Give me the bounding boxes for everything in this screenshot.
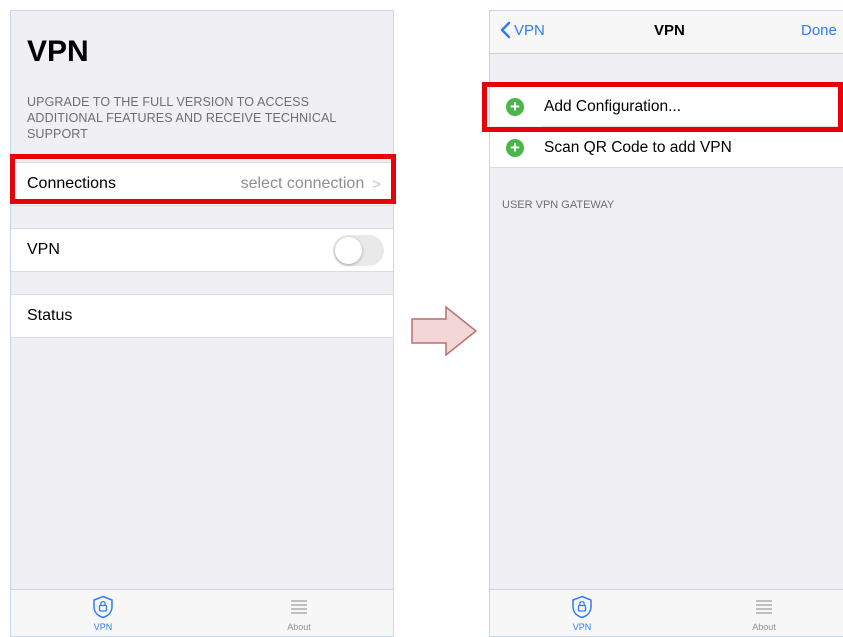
list-icon [291,600,307,614]
tab-vpn[interactable]: VPN [73,595,133,632]
add-configuration-label: Add Configuration... [544,97,682,115]
add-configuration-row[interactable]: + Add Configuration... [490,86,843,126]
tab-about[interactable]: About [734,595,794,632]
list-icon [756,600,772,614]
tab-about-label: About [752,622,776,632]
vpn-config-screen: VPN VPN Done + Add Configuration... + Sc… [489,10,843,637]
connections-value: select connection [240,175,365,192]
chevron-left-icon [500,21,511,39]
back-button-label: VPN [514,21,545,39]
vpn-toggle-switch[interactable] [333,234,384,266]
scan-qr-row[interactable]: + Scan QR Code to add VPN [490,126,843,168]
upgrade-notice[interactable]: UPGRADE TO THE FULL VERSION TO ACCESS AD… [27,94,367,142]
nav-bar: VPN VPN Done [490,11,843,54]
status-label: Status [27,307,73,324]
tab-bar: VPN About [11,589,393,636]
arrow-right-icon [411,305,478,357]
page-title: VPN [27,35,89,68]
done-button[interactable]: Done [801,22,837,39]
tab-about[interactable]: About [269,595,329,632]
connections-row[interactable]: Connections select connection > [11,162,393,206]
scan-qr-label: Scan QR Code to add VPN [544,138,732,156]
chevron-right-icon: > [372,175,381,193]
vpn-toggle-row: VPN [11,228,393,272]
shield-lock-icon [572,595,592,619]
plus-circle-icon: + [506,97,524,116]
plus-circle-icon: + [506,138,524,157]
connections-label: Connections [27,175,116,192]
vpn-main-screen: VPN UPGRADE TO THE FULL VERSION TO ACCES… [10,10,394,637]
back-button[interactable]: VPN [499,21,545,39]
nav-title: VPN [654,22,685,39]
vpn-label: VPN [27,241,60,258]
toggle-knob [335,236,362,264]
section-header: USER VPN GATEWAY [502,199,615,211]
tab-vpn-label: VPN [572,622,592,632]
connections-detail: select connection > [241,175,381,193]
tab-vpn-label: VPN [93,622,113,632]
status-row[interactable]: Status [11,294,393,338]
shield-lock-icon [93,595,113,619]
tab-about-label: About [287,622,311,632]
tab-vpn[interactable]: VPN [552,595,612,632]
tab-bar: VPN About [490,589,843,636]
